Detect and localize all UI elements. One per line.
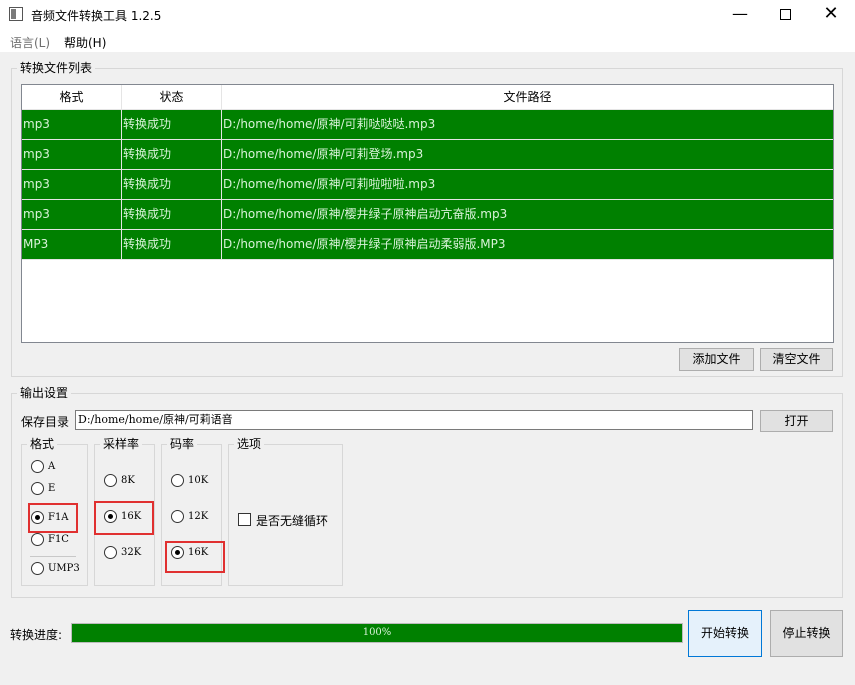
radio-label: 16K — [121, 511, 142, 522]
table-row[interactable]: mp3 转换成功 D:/home/home/原神/可莉登场.mp3 — [22, 140, 833, 170]
maximize-icon — [779, 9, 791, 20]
close-button[interactable]: ✕ — [808, 0, 854, 30]
radio-label: 8K — [121, 475, 135, 486]
radio-selected-icon — [171, 546, 184, 559]
radio-icon — [31, 562, 44, 575]
cell-path: D:/home/home/原神/可莉哒哒哒.mp3 — [223, 117, 436, 131]
stop-convert-button[interactable]: 停止转换 — [770, 610, 843, 657]
radio-label: 32K — [121, 547, 142, 558]
bitrate-radio-12k[interactable]: 12K — [171, 510, 208, 526]
save-dir-label: 保存目录 — [21, 415, 70, 429]
radio-label: F1C — [48, 534, 69, 545]
radio-label: E — [48, 483, 56, 494]
options-group-title: 选项 — [234, 437, 265, 451]
bitrate-group-title: 码率 — [167, 437, 198, 451]
format-radio-f1a[interactable]: F1A — [31, 511, 69, 527]
radio-selected-icon — [31, 511, 44, 524]
cell-status: 转换成功 — [122, 230, 222, 259]
radio-selected-icon — [104, 510, 117, 523]
radio-icon — [171, 474, 184, 487]
progress-text: 100% — [362, 627, 392, 638]
cell-path: D:/home/home/原神/樱井绿子原神启动柔弱版.MP3 — [223, 237, 506, 251]
window-title: 音频文件转换工具 1.2.5 — [31, 9, 162, 23]
menu-bar: 语言(L) 帮助(H) — [0, 30, 855, 52]
cell-status: 转换成功 — [122, 200, 222, 229]
format-group-title: 格式 — [27, 437, 58, 451]
menu-language[interactable]: 语言(L) — [10, 34, 50, 51]
cell-format: mp3 — [22, 110, 122, 139]
radio-icon — [104, 546, 117, 559]
radio-icon — [31, 460, 44, 473]
clear-files-button[interactable]: 清空文件 — [760, 348, 833, 371]
radio-label: 16K — [188, 547, 209, 558]
cell-format: mp3 — [22, 170, 122, 199]
table-row[interactable]: mp3 转换成功 D:/home/home/原神/樱井绿子原神启动亢奋版.mp3 — [22, 200, 833, 230]
radio-icon — [31, 533, 44, 546]
radio-icon — [171, 510, 184, 523]
maximize-button[interactable] — [762, 0, 808, 30]
bitrate-radio-16k[interactable]: 16K — [171, 546, 208, 562]
cell-status: 转换成功 — [122, 140, 222, 169]
table-row[interactable]: mp3 转换成功 D:/home/home/原神/可莉啦啦啦.mp3 — [22, 170, 833, 200]
radio-label: F1A — [48, 512, 69, 523]
progress-label: 转换进度: — [10, 628, 63, 642]
file-list-group-title: 转换文件列表 — [17, 61, 96, 75]
save-dir-input[interactable]: D:/home/home/原神/可莉语音 — [75, 410, 753, 430]
table-header: 格式 状态 文件路径 — [22, 85, 833, 110]
column-header-status[interactable]: 状态 — [122, 85, 222, 110]
minimize-button[interactable]: — — [717, 0, 763, 30]
table-row[interactable]: MP3 转换成功 D:/home/home/原神/樱井绿子原神启动柔弱版.MP3 — [22, 230, 833, 260]
open-dir-button[interactable]: 打开 — [760, 410, 833, 432]
progress-bar: 100% — [71, 623, 683, 643]
format-radio-f1c[interactable]: F1C — [31, 533, 69, 549]
radio-label: 12K — [188, 511, 209, 522]
title-bar[interactable]: 音频文件转换工具 1.2.5 — ✕ — [0, 0, 855, 30]
cell-path: D:/home/home/原神/可莉登场.mp3 — [223, 147, 424, 161]
start-convert-button[interactable]: 开始转换 — [688, 610, 762, 657]
cell-status: 转换成功 — [122, 110, 222, 139]
bitrate-radio-10k[interactable]: 10K — [171, 474, 208, 490]
sample-rate-group-title: 采样率 — [100, 437, 143, 451]
cell-format: mp3 — [22, 200, 122, 229]
format-radio-a[interactable]: A — [31, 460, 55, 476]
divider — [30, 556, 76, 557]
column-header-format[interactable]: 格式 — [22, 85, 122, 110]
radio-label: UMP3 — [48, 563, 80, 574]
sample-rate-radio-8k[interactable]: 8K — [104, 474, 135, 490]
sample-rate-radio-16k[interactable]: 16K — [104, 510, 141, 526]
output-settings-title: 输出设置 — [17, 386, 72, 400]
format-radio-e[interactable]: E — [31, 482, 55, 498]
add-file-button[interactable]: 添加文件 — [679, 348, 754, 371]
format-radio-ump3[interactable]: UMP3 — [31, 562, 80, 578]
cell-path: D:/home/home/原神/可莉啦啦啦.mp3 — [223, 177, 436, 191]
cell-format: mp3 — [22, 140, 122, 169]
radio-label: 10K — [188, 475, 209, 486]
sample-rate-radio-32k[interactable]: 32K — [104, 546, 141, 562]
table-row[interactable]: mp3 转换成功 D:/home/home/原神/可莉哒哒哒.mp3 — [22, 110, 833, 140]
seamless-loop-checkbox[interactable] — [238, 513, 251, 526]
menu-help[interactable]: 帮助(H) — [64, 34, 106, 51]
cell-format: MP3 — [22, 230, 122, 259]
cell-status: 转换成功 — [122, 170, 222, 199]
cell-path: D:/home/home/原神/樱井绿子原神启动亢奋版.mp3 — [223, 207, 508, 221]
column-header-path[interactable]: 文件路径 — [222, 85, 833, 110]
app-icon — [9, 7, 23, 21]
radio-label: A — [48, 461, 56, 472]
radio-icon — [31, 482, 44, 495]
radio-icon — [104, 474, 117, 487]
file-table[interactable]: 格式 状态 文件路径 mp3 转换成功 D:/home/home/原神/可莉哒哒… — [21, 84, 834, 343]
seamless-loop-label[interactable]: 是否无缝循环 — [256, 512, 328, 529]
